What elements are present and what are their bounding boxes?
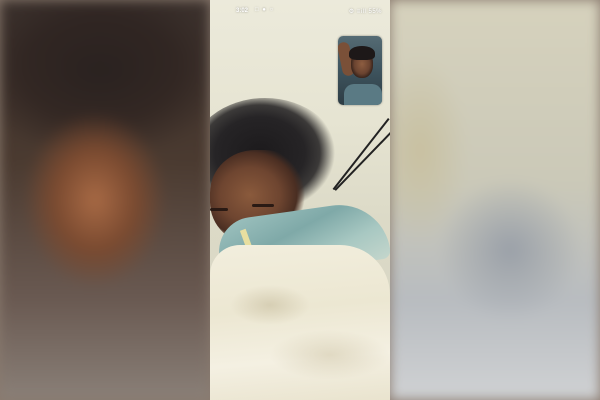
status-right-icons: ⚙ ≡ill 55% [348, 9, 382, 15]
remote-person-eye [210, 208, 228, 211]
self-view-hair [349, 46, 375, 60]
remote-person-eye [252, 204, 274, 207]
cable-shape [334, 132, 390, 191]
blanket [210, 245, 390, 400]
cable-shape [332, 118, 390, 190]
blurred-background-left [0, 0, 210, 400]
video-call-screen: 3:02 □ ● ○ ⚙ ≡ill 55% [0, 0, 600, 400]
status-left-icons: □ ● ○ [255, 7, 274, 13]
status-time: 3:02 [236, 8, 249, 14]
status-bar: 3:02 □ ● ○ ⚙ ≡ill 55% [210, 6, 390, 18]
message-icon: □ [255, 7, 260, 13]
self-view-shirt [344, 84, 382, 105]
self-view-video[interactable] [338, 36, 382, 105]
blurred-background-right [390, 0, 600, 400]
notification-icon: ● [262, 7, 267, 13]
settings-icon: ○ [269, 7, 275, 13]
